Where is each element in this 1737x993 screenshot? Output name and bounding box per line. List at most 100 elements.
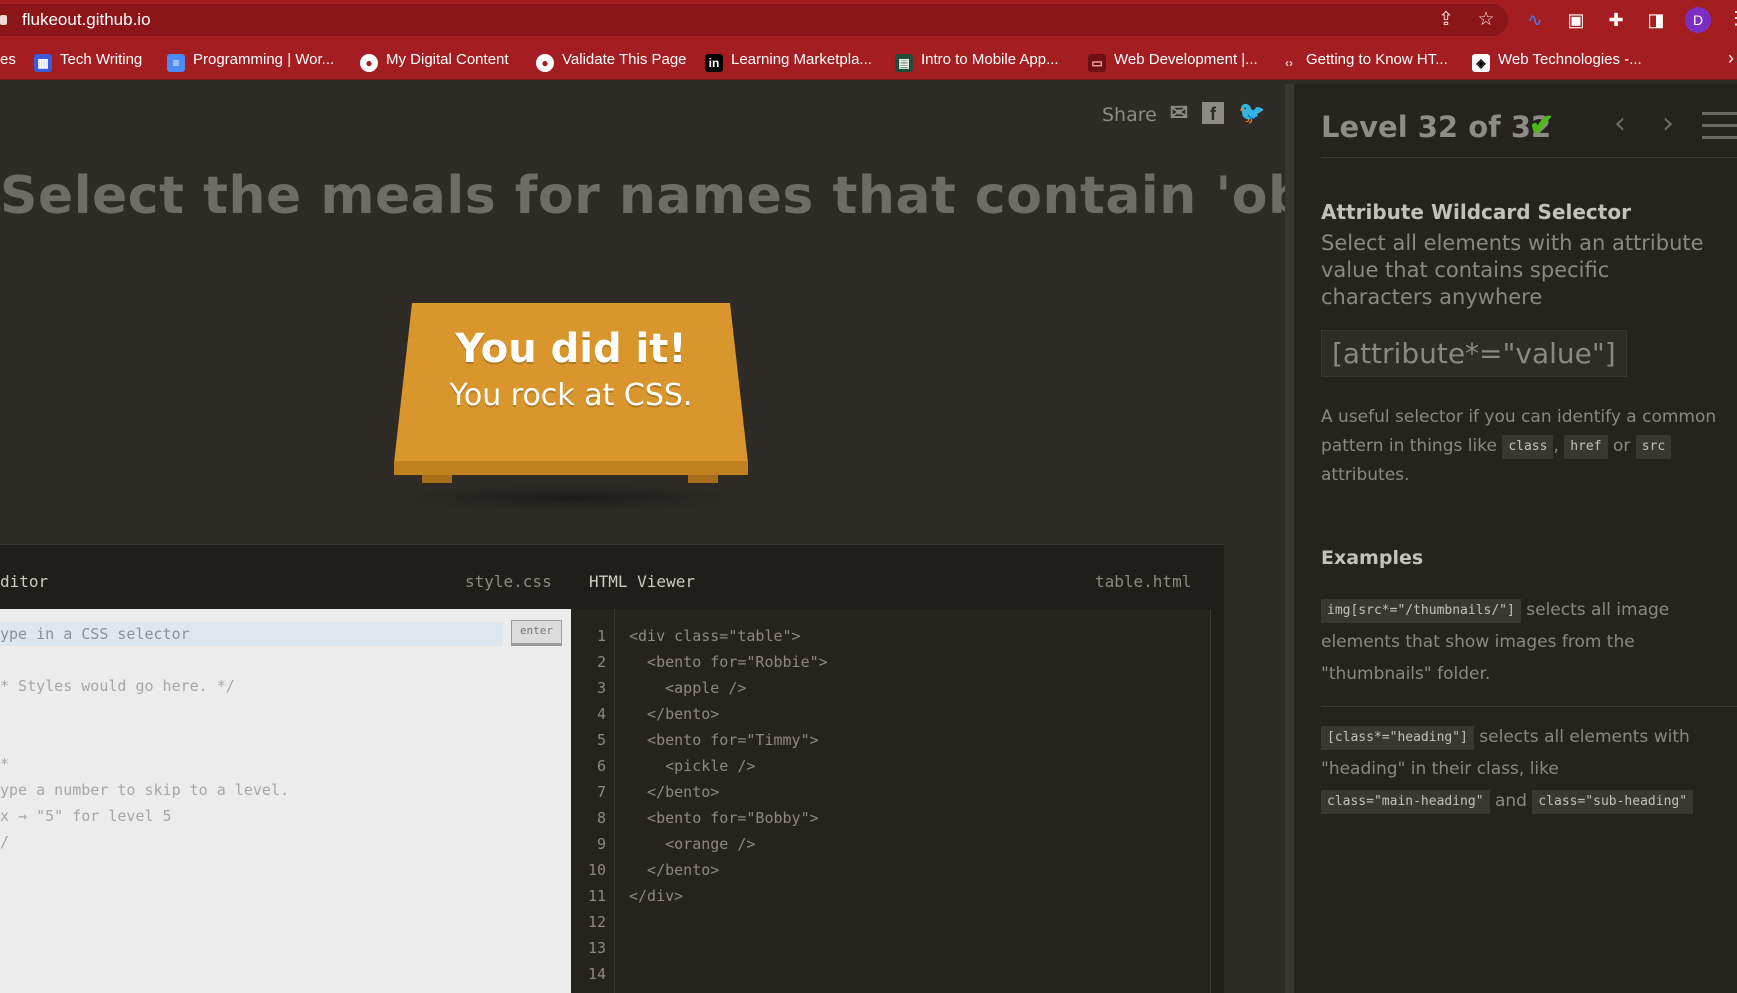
bookmarks-overflow-icon[interactable]: ›	[1728, 48, 1734, 69]
css-comment-line: *	[0, 755, 10, 773]
line-number: 3	[596, 679, 606, 697]
line-number: 6	[596, 757, 606, 775]
bookmark-item[interactable]: in Learning Marketpla...	[705, 40, 872, 80]
extensions-puzzle-icon[interactable]: ✚	[1604, 8, 1628, 32]
pocket-icon[interactable]: ▣	[1564, 8, 1588, 32]
examples-heading: Examples	[1321, 547, 1424, 569]
course-icon: ▤	[895, 54, 913, 72]
panel-divider[interactable]	[1285, 84, 1294, 993]
globe-icon: ●	[360, 54, 378, 72]
url-text[interactable]: flukeout.github.io	[22, 4, 151, 36]
bookmark-item[interactable]: ● Validate This Page	[536, 40, 687, 80]
selector-name: Attribute Wildcard Selector	[1321, 200, 1631, 224]
side-panel-icon[interactable]: ◨	[1644, 8, 1668, 32]
lock-icon[interactable]	[0, 15, 7, 25]
line-number: 13	[587, 939, 606, 957]
profile-avatar[interactable]: D	[1685, 7, 1711, 33]
example-1: img[src*="/thumbnails/"] selects all ima…	[1321, 599, 1670, 684]
bookmark-item[interactable]: ▤ Intro to Mobile App...	[895, 40, 1059, 80]
html-code-line[interactable]: <div class="table">	[629, 627, 801, 645]
level-menu-icon[interactable]	[1702, 112, 1737, 148]
address-bar[interactable]: flukeout.github.io ⇪ ☆	[0, 4, 1508, 36]
site-layout-icon: ▦	[34, 54, 52, 72]
bookmark-item[interactable]: es	[0, 40, 16, 80]
level-indicator: Level 32 of 32	[1321, 110, 1552, 144]
html-viewer-title: HTML Viewer	[589, 572, 695, 591]
bookmarks-bar: es ▦ Tech Writing ≡ Programming | Wor... ●…	[0, 40, 1737, 80]
line-number: 10	[587, 861, 606, 879]
line-number: 5	[596, 731, 606, 749]
divider	[1321, 157, 1737, 158]
line-number: 12	[587, 913, 606, 931]
code-tag: class="sub-heading"	[1532, 790, 1694, 814]
enter-button[interactable]: enter	[511, 620, 562, 646]
previous-level-icon[interactable]: ‹	[1614, 106, 1626, 141]
html-code-line[interactable]: </bento>	[629, 783, 719, 801]
bookmark-item[interactable]: ‹› Getting to Know HT...	[1280, 40, 1448, 80]
code-tag: [class*="heading"]	[1321, 726, 1474, 750]
email-icon[interactable]: ✉	[1166, 100, 1192, 126]
html-code-line[interactable]: <pickle />	[629, 757, 755, 775]
facebook-icon[interactable]: f	[1202, 102, 1224, 124]
html-code-line[interactable]: <bento for="Timmy">	[629, 731, 819, 749]
html-viewer: 1 2 3 4 5 6 7 8 9 10 11 12 13 14 <div cl…	[571, 609, 1211, 993]
win-title: You did it!	[455, 326, 687, 372]
share-page-icon[interactable]: ⇪	[1434, 8, 1458, 32]
bookmark-item[interactable]: ● My Digital Content	[360, 40, 509, 80]
line-number-gutter: 1 2 3 4 5 6 7 8 9 10 11 12 13 14	[571, 609, 615, 993]
divider	[1321, 706, 1737, 707]
browser-menu-icon[interactable]: ⋮	[1727, 8, 1737, 29]
css-editor: ype in a CSS selector enter * Styles wou…	[0, 609, 571, 993]
level-instruction: Select the meals for names that contain …	[0, 166, 1360, 226]
line-number: 9	[596, 835, 606, 853]
html-code-line[interactable]: <bento for="Robbie">	[629, 653, 828, 671]
css-comment-line: /	[0, 833, 10, 851]
line-number: 4	[596, 705, 606, 723]
bookmark-item[interactable]: ▦ Tech Writing	[34, 40, 142, 80]
html-code-line[interactable]: <apple />	[629, 679, 746, 697]
linkedin-learning-icon: in	[705, 54, 723, 72]
docs-icon: ≡	[167, 54, 185, 72]
css-comment-line: x → "5" for level 5	[0, 807, 172, 825]
line-number: 8	[596, 809, 606, 827]
selector-title: Select all elements with an attribute va…	[1321, 231, 1704, 309]
css-file-name: style.css	[465, 572, 552, 591]
twitter-icon[interactable]: 🐦	[1238, 100, 1265, 126]
line-number: 7	[596, 783, 606, 801]
css-editor-title: ditor	[0, 572, 49, 591]
table-shadow	[394, 484, 748, 512]
table-leg	[422, 475, 452, 483]
bookmark-item[interactable]: ≡ Programming | Wor...	[167, 40, 334, 80]
bookmark-item[interactable]: ▭ Web Development |...	[1088, 40, 1258, 80]
codepen-icon: ◈	[1472, 54, 1490, 72]
code-icon: ‹›	[1285, 56, 1293, 70]
line-number: 11	[587, 887, 606, 905]
page-icon: ▭	[1088, 54, 1106, 72]
css-selector-input[interactable]: ype in a CSS selector	[0, 622, 503, 646]
completed-check-icon: ✔	[1529, 109, 1555, 142]
next-level-icon[interactable]: ›	[1662, 106, 1674, 141]
html-file-name: table.html	[1095, 572, 1192, 591]
code-tag: src	[1635, 435, 1672, 459]
html-code-line[interactable]: </bento>	[629, 861, 719, 879]
browser-toolbar: flukeout.github.io ⇪ ☆ ∿ ▣ ✚ ◨ D ⋮	[0, 0, 1737, 40]
code-tag: class="main-heading"	[1321, 790, 1490, 814]
code-tag: img[src*="/thumbnails/"]	[1321, 599, 1521, 623]
html-code-line[interactable]: <bento for="Bobby">	[629, 809, 819, 827]
example-2: [class*="heading"] selects all elements …	[1321, 721, 1726, 817]
bookmark-star-icon[interactable]: ☆	[1474, 8, 1498, 32]
line-number: 14	[587, 965, 606, 983]
share-label: Share	[1102, 104, 1157, 126]
table-leg	[688, 475, 718, 483]
html-code-line[interactable]: </bento>	[629, 705, 719, 723]
html-code-line[interactable]: <orange />	[629, 835, 755, 853]
selector-syntax: [attribute*="value"]	[1321, 330, 1627, 377]
win-subtitle: You rock at CSS.	[449, 378, 693, 413]
bookmark-item[interactable]: ◈ Web Technologies -...	[1472, 40, 1642, 80]
line-number: 1	[596, 627, 606, 645]
html-code-line[interactable]: </div>	[629, 887, 683, 905]
code-tag: class	[1502, 435, 1554, 459]
selector-hint: A useful selector if you can identify a …	[1321, 407, 1717, 485]
code-tag: href	[1564, 435, 1608, 459]
extension-wave-icon[interactable]: ∿	[1523, 8, 1547, 32]
